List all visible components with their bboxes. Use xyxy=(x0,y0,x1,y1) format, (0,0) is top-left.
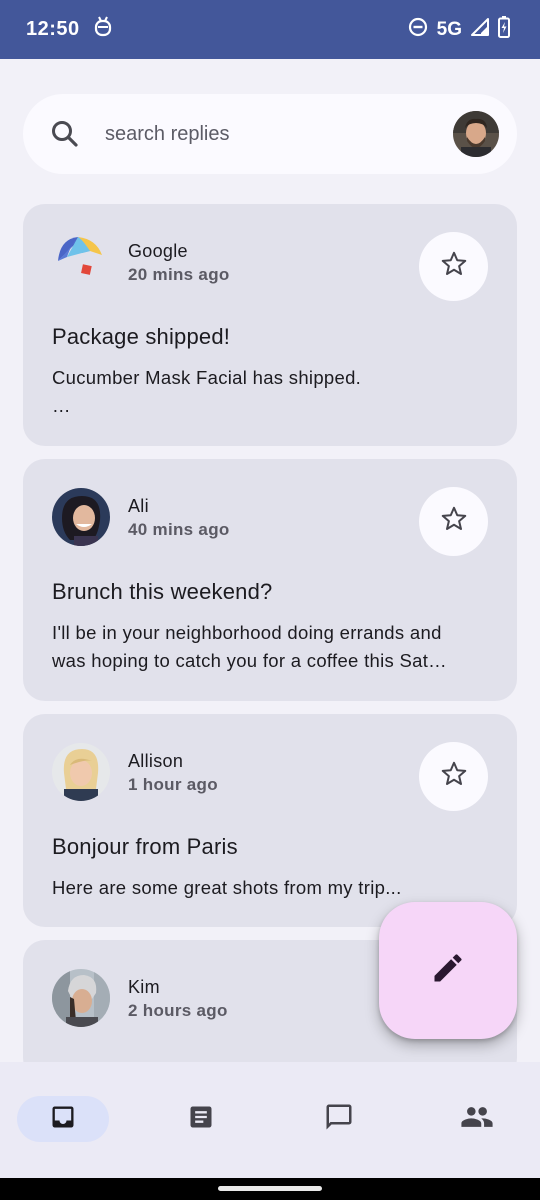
email-preview: I'll be in your neighborhood doing erran… xyxy=(52,619,490,675)
user-avatar[interactable] xyxy=(453,111,499,157)
article-icon xyxy=(187,1103,215,1136)
sender-name: Google xyxy=(128,241,188,261)
preview-line: Cucumber Mask Facial has shipped. xyxy=(52,367,362,388)
status-time: 12:50 xyxy=(26,18,80,40)
bottom-navigation xyxy=(0,1062,540,1178)
email-time: 1 hour ago xyxy=(128,775,218,794)
preview-line: I'll be in your neighborhood doing erran… xyxy=(52,622,442,643)
email-subject: Brunch this weekend? xyxy=(52,579,273,604)
nav-inbox[interactable] xyxy=(17,1096,109,1142)
google-logo xyxy=(52,233,110,291)
star-button[interactable] xyxy=(419,742,488,811)
sender-name: Kim xyxy=(128,977,160,997)
compose-fab[interactable] xyxy=(379,902,517,1039)
email-preview: Cucumber Mask Facial has shipped. … xyxy=(52,364,490,420)
chat-bubble-icon xyxy=(324,1102,354,1137)
sender-name: Ali xyxy=(128,496,149,516)
email-subject: Package shipped! xyxy=(52,324,231,349)
preview-line: … xyxy=(52,395,71,416)
email-preview: Here are some great shots from my trip..… xyxy=(52,874,490,902)
search-bar[interactable] xyxy=(23,94,517,174)
network-type: 5G xyxy=(436,18,462,40)
email-time: 40 mins ago xyxy=(128,520,230,539)
email-time: 20 mins ago xyxy=(128,265,230,284)
email-card[interactable]: Ali 40 mins ago Brunch this weekend? I'l… xyxy=(23,459,517,701)
do-not-disturb-icon xyxy=(408,17,428,43)
battery-charging-icon xyxy=(498,15,510,44)
people-icon xyxy=(460,1100,494,1139)
edit-pencil-icon xyxy=(430,950,466,991)
star-icon xyxy=(439,504,469,539)
nav-messages[interactable] xyxy=(293,1096,385,1142)
star-button[interactable] xyxy=(419,232,488,301)
notification-android-icon xyxy=(94,16,112,44)
kim-avatar xyxy=(52,969,110,1027)
signal-icon xyxy=(471,17,489,42)
star-icon xyxy=(439,249,469,284)
email-time: 2 hours ago xyxy=(128,1001,228,1020)
search-input[interactable] xyxy=(103,121,453,147)
email-subject: Bonjour from Paris xyxy=(52,834,238,859)
ali-avatar xyxy=(52,488,110,546)
star-button[interactable] xyxy=(419,487,488,556)
gesture-handle[interactable] xyxy=(218,1186,322,1191)
gesture-bar xyxy=(0,1178,540,1200)
status-bar: 12:50 5G xyxy=(0,0,540,59)
allison-avatar xyxy=(52,743,110,801)
inbox-icon xyxy=(49,1103,77,1136)
nav-articles[interactable] xyxy=(155,1096,247,1142)
nav-groups[interactable] xyxy=(431,1096,523,1142)
sender-name: Allison xyxy=(128,751,184,771)
star-icon xyxy=(439,759,469,794)
email-card[interactable]: Google 20 mins ago Package shipped! Cucu… xyxy=(23,204,517,446)
email-card[interactable]: Allison 1 hour ago Bonjour from Paris He… xyxy=(23,714,517,927)
preview-line: was hoping to catch you for a coffee thi… xyxy=(52,650,447,671)
preview-line: Here are some great shots from my trip..… xyxy=(52,877,402,898)
search-icon xyxy=(49,118,81,150)
